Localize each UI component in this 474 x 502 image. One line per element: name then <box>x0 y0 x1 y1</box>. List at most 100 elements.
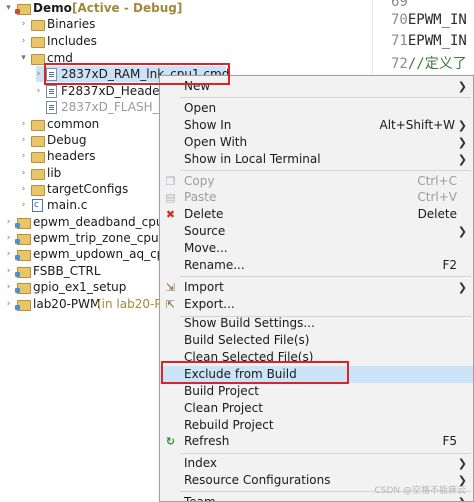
menu-item-new[interactable]: New ❯ <box>160 78 473 95</box>
submenu-arrow-icon: ❯ <box>457 136 467 149</box>
submenu-arrow-icon: ❯ <box>457 281 467 294</box>
tree-label: cmd <box>47 51 73 65</box>
menu-item-open[interactable]: Open <box>160 100 473 117</box>
menu-label: Exclude from Build <box>184 367 297 381</box>
menu-label: Delete <box>184 207 224 221</box>
folder-icon <box>31 37 45 48</box>
code-editor[interactable]: 69 70EPWM_IN 71EPWM_IN 72//定义了 <box>372 0 474 74</box>
submenu-arrow-icon: ❯ <box>457 225 467 238</box>
watermark: CSDN @空格不能寐云 <box>374 486 466 496</box>
menu-shortcut: Delete <box>417 207 457 221</box>
submenu-arrow-icon: ❯ <box>457 80 467 93</box>
menu-label: Build Project <box>184 384 259 398</box>
expand-arrow-icon[interactable]: › <box>4 230 13 246</box>
editor-line: 72//定义了 <box>391 53 467 73</box>
expand-arrow-icon[interactable]: › <box>34 66 43 82</box>
line-number: 70 <box>391 12 408 28</box>
expand-arrow-icon[interactable]: › <box>19 181 28 197</box>
menu-item-build-selected[interactable]: Build Selected File(s) <box>160 332 473 349</box>
tree-item-binaries[interactable]: › Binaries <box>0 16 372 32</box>
menu-label: Resource Configurations <box>184 473 331 487</box>
tree-item-cmd[interactable]: ▾ cmd <box>0 50 372 66</box>
folder-icon <box>31 54 45 65</box>
expand-arrow-icon[interactable]: › <box>4 246 13 262</box>
menu-item-delete[interactable]: ✖ Delete Delete <box>160 206 473 223</box>
menu-separator <box>180 276 471 277</box>
expand-arrow-icon[interactable]: › <box>4 214 13 230</box>
menu-item-paste[interactable]: ▤ Paste Ctrl+V <box>160 189 473 206</box>
tree-label: headers <box>47 149 96 163</box>
line-number: 71 <box>391 33 408 49</box>
project-icon <box>15 4 31 15</box>
tree-label: Debug <box>47 133 87 147</box>
project-icon <box>15 283 31 294</box>
menu-item-clean-selected[interactable]: Clean Selected File(s) <box>160 349 473 366</box>
expand-arrow-icon[interactable]: › <box>19 132 28 148</box>
menu-label: Clean Project <box>184 401 263 415</box>
expand-arrow-icon[interactable]: › <box>4 279 13 295</box>
expand-arrow-icon[interactable]: › <box>19 116 28 132</box>
menu-item-index[interactable]: Index ❯ <box>160 455 473 472</box>
folder-icon <box>31 20 45 31</box>
menu-item-show-build-settings[interactable]: Show Build Settings... <box>160 315 473 332</box>
tree-label: epwm_deadband_cpu01 <box>33 215 179 229</box>
expand-arrow-icon[interactable]: › <box>19 148 28 164</box>
menu-label: Rebuild Project <box>184 418 274 432</box>
project-icon <box>15 234 31 245</box>
tree-item-demo[interactable]: ▾ Demo [Active - Debug] <box>0 0 372 16</box>
expand-arrow-icon[interactable]: › <box>19 16 28 32</box>
menu-item-build-project[interactable]: Build Project <box>160 383 473 400</box>
folder-icon <box>31 136 45 147</box>
expand-arrow-icon[interactable]: › <box>4 263 13 279</box>
menu-item-move[interactable]: Move... <box>160 240 473 257</box>
menu-item-show-in-local-terminal[interactable]: Show in Local Terminal ❯ <box>160 151 473 168</box>
menu-label: Refresh <box>184 434 230 448</box>
folder-icon <box>31 152 45 163</box>
menu-item-source[interactable]: Source ❯ <box>160 223 473 240</box>
editor-line: 71EPWM_IN <box>391 33 467 49</box>
menu-shortcut: Ctrl+V <box>417 190 457 204</box>
expand-arrow-icon[interactable]: › <box>4 296 13 312</box>
menu-label: Source <box>184 224 226 238</box>
editor-line: 69 <box>391 0 408 10</box>
expand-arrow-icon[interactable]: › <box>19 33 28 49</box>
menu-label: Clean Selected File(s) <box>184 350 314 364</box>
menu-item-show-in[interactable]: Show In Alt+Shift+W ❯ <box>160 117 473 134</box>
expand-arrow-icon[interactable]: › <box>19 165 28 181</box>
menu-separator <box>180 97 471 98</box>
menu-item-rename[interactable]: Rename... F2 <box>160 257 473 274</box>
menu-item-clean-project[interactable]: Clean Project <box>160 400 473 417</box>
menu-label: Copy <box>184 174 215 188</box>
tree-label: Binaries <box>47 17 96 31</box>
line-number: 69 <box>391 0 408 10</box>
tree-label: Includes <box>47 34 97 48</box>
menu-label: Open <box>184 101 217 115</box>
menu-item-import[interactable]: ⇲ Import ❯ <box>160 279 473 296</box>
menu-item-open-with[interactable]: Open With ❯ <box>160 134 473 151</box>
collapse-arrow-icon[interactable]: ▾ <box>19 50 28 66</box>
expand-arrow-icon[interactable]: › <box>34 83 43 99</box>
menu-label: Index <box>184 456 218 470</box>
menu-shortcut: F5 <box>442 434 457 448</box>
tree-label: common <box>47 117 100 131</box>
menu-label: Export... <box>184 297 235 311</box>
line-text: EPWM_IN <box>407 33 467 49</box>
line-text: EPWM_IN <box>407 12 467 28</box>
tree-label: gpio_ex1_setup <box>33 280 127 294</box>
menu-item-exclude-from-build[interactable]: Exclude from Build <box>160 366 473 383</box>
tree-item-includes[interactable]: › Includes <box>0 33 372 49</box>
menu-separator <box>180 453 471 454</box>
cmd-file-icon <box>46 101 57 114</box>
cmd-file-icon <box>46 85 57 98</box>
menu-item-export[interactable]: ⇱ Export... <box>160 296 473 313</box>
expand-arrow-icon[interactable]: ▾ <box>4 0 13 16</box>
editor-line: 70EPWM_IN <box>391 12 467 28</box>
expand-arrow-icon[interactable]: › <box>19 197 28 213</box>
menu-item-refresh[interactable]: ↻ Refresh F5 <box>160 433 473 450</box>
project-name: Demo <box>33 1 72 15</box>
submenu-arrow-icon: ❯ <box>457 457 467 470</box>
project-icon <box>15 250 31 261</box>
menu-item-copy[interactable]: ❐ Copy Ctrl+C <box>160 173 473 190</box>
menu-label: Show Build Settings... <box>184 316 315 330</box>
menu-item-rebuild-project[interactable]: Rebuild Project <box>160 417 473 434</box>
